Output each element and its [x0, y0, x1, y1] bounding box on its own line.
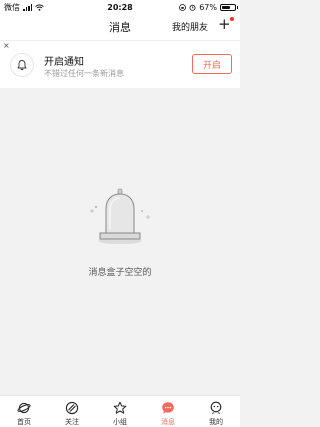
tab-follow[interactable]: 关注 [48, 396, 96, 427]
tab-group[interactable]: 小组 [96, 396, 144, 427]
profile-icon [210, 401, 222, 415]
enable-notification-banner: × 开启通知 不错过任何一条新消息 开启 [0, 40, 240, 88]
plus-icon: + [218, 15, 231, 33]
alarm-icon [189, 4, 196, 11]
tab-label-profile: 我的 [209, 418, 223, 426]
status-bar-left: 微信 [4, 2, 94, 13]
status-carrier: 微信 [4, 2, 20, 12]
planet-icon [17, 402, 31, 414]
battery-percent: 67% [199, 2, 217, 12]
bell-icon [10, 53, 34, 77]
status-bar-right: 67% [146, 2, 238, 12]
notification-dot [230, 17, 234, 21]
empty-state-text: 消息盒子空空的 [88, 268, 152, 278]
follow-icon [65, 401, 79, 415]
navbar: 消息 我的朋友 + [0, 14, 240, 40]
notification-subtitle: 不错过任何一条新消息 [44, 69, 124, 78]
battery-fill [222, 5, 231, 9]
message-icon [162, 402, 174, 414]
signal-icon [23, 4, 32, 11]
lock-rotation-icon [179, 3, 187, 11]
tab-bar: 首页 关注 小组 消息 我的 [0, 395, 240, 427]
tab-label-follow: 关注 [65, 418, 79, 426]
tab-label-group: 小组 [113, 418, 127, 426]
my-friends-link[interactable]: 我的朋友 [172, 20, 208, 33]
notification-title: 开启通知 [44, 57, 84, 68]
star-icon [113, 401, 127, 414]
tab-label-home: 首页 [17, 418, 31, 426]
empty-bell-icon [90, 188, 150, 244]
status-bar: 微信 20:28 67% [0, 0, 240, 14]
battery-icon [220, 3, 238, 11]
tab-home[interactable]: 首页 [0, 396, 48, 427]
tab-profile[interactable]: 我的 [192, 396, 240, 427]
tab-label-messages: 消息 [161, 418, 175, 426]
status-time: 20:28 [107, 2, 133, 12]
tab-messages[interactable]: 消息 [144, 396, 192, 427]
add-button[interactable]: + [218, 15, 234, 33]
wifi-icon [35, 3, 44, 11]
enable-notification-button[interactable]: 开启 [192, 54, 232, 74]
close-icon[interactable]: × [3, 41, 10, 50]
